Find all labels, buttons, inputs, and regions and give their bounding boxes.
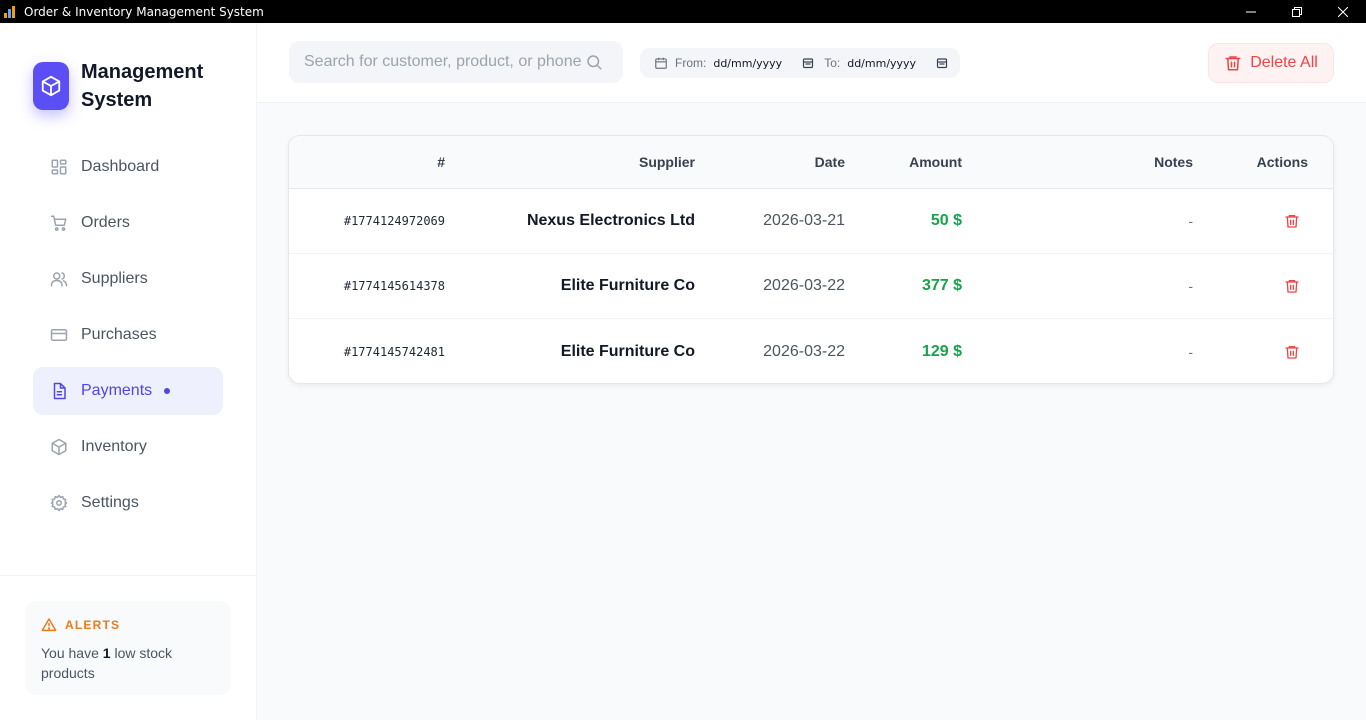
gear-icon — [49, 493, 69, 513]
column-header-notes: Notes — [1154, 154, 1193, 170]
column-header-supplier: Supplier — [638, 154, 695, 170]
delete-row-button[interactable] — [1284, 189, 1300, 253]
top-header: From: dd/mm/yyyy To: dd/mm/yyyy Delete A… — [257, 23, 1366, 103]
window-title: Order & Inventory Management System — [24, 4, 264, 19]
low-stock-count: 1 — [102, 645, 111, 661]
payment-amount: 377 $ — [921, 277, 962, 294]
minimize-button[interactable] — [1228, 0, 1274, 23]
supplier-name: Elite Furniture Co — [560, 342, 695, 360]
active-indicator-dot — [164, 388, 171, 394]
restore-button[interactable] — [1274, 0, 1320, 23]
warning-icon — [41, 617, 57, 633]
calendar-icon — [654, 56, 668, 70]
column-header-amount: Amount — [909, 154, 962, 170]
credit-card-icon — [49, 325, 69, 345]
delete-all-button[interactable]: Delete All — [1208, 43, 1334, 83]
from-date-picker-icon[interactable] — [802, 57, 814, 69]
payment-amount: 50 $ — [930, 212, 962, 229]
close-button[interactable] — [1320, 0, 1366, 23]
payment-notes: - — [1188, 343, 1193, 360]
alerts-header: ALERTS — [41, 617, 215, 633]
payment-date: 2026-03-22 — [763, 342, 845, 360]
payment-date: 2026-03-21 — [763, 212, 845, 229]
search-icon[interactable] — [585, 53, 603, 71]
supplier-name: Elite Furniture Co — [560, 277, 695, 294]
sidebar-item-dashboard[interactable]: Dashboard — [33, 143, 223, 191]
to-label: To: — [824, 56, 841, 70]
trash-icon — [1285, 280, 1299, 293]
alerts-prefix: You have — [41, 645, 103, 661]
sidebar: Management System Dashboard Orders Suppl… — [0, 23, 257, 720]
payment-amount: 129 $ — [921, 342, 962, 360]
sidebar-nav: Dashboard Orders Suppliers Purchases Pay… — [33, 143, 223, 535]
trash-icon — [1285, 215, 1299, 228]
sidebar-item-label: Settings — [81, 494, 139, 511]
payments-table: # Supplier Date Amount Notes Actions #17… — [288, 135, 1334, 384]
trash-icon — [1285, 345, 1299, 359]
table-row: #1774145614378 Elite Furniture Co 2026-0… — [289, 254, 1333, 319]
box-logo-icon — [33, 62, 69, 110]
payment-date: 2026-03-22 — [763, 277, 845, 294]
close-icon — [1338, 6, 1348, 17]
brand: Management System — [33, 58, 221, 114]
sidebar-item-inventory[interactable]: Inventory — [33, 423, 223, 471]
search-box — [289, 41, 623, 83]
supplier-name: Nexus Electronics Ltd — [526, 212, 695, 229]
from-date-input[interactable]: dd/mm/yyyy — [713, 57, 782, 70]
payment-notes: - — [1188, 278, 1193, 294]
sidebar-item-label: Orders — [81, 214, 130, 231]
delete-all-label: Delete All — [1250, 54, 1318, 71]
alerts-message: You have 1 low stock products — [41, 643, 215, 683]
minimize-icon — [1246, 11, 1256, 12]
payment-id: #1774124972069 — [343, 214, 445, 228]
app-icon — [4, 5, 16, 18]
delete-row-button[interactable] — [1284, 254, 1300, 318]
delete-row-button[interactable] — [1284, 319, 1300, 383]
dashboard-icon — [49, 157, 69, 177]
column-header-date: Date — [814, 154, 845, 170]
payment-id: #1774145742481 — [343, 344, 445, 359]
table-row: #1774145742481 Elite Furniture Co 2026-0… — [289, 319, 1333, 383]
to-date-picker-icon[interactable] — [936, 57, 948, 69]
restore-icon — [1292, 6, 1302, 17]
column-header-id: # — [437, 154, 445, 170]
payment-notes: - — [1188, 213, 1193, 229]
sidebar-item-label: Inventory — [81, 438, 147, 455]
sidebar-item-label: Suppliers — [81, 270, 148, 287]
table-row: #1774124972069 Nexus Electronics Ltd 202… — [289, 189, 1333, 254]
users-icon — [49, 269, 69, 289]
sidebar-item-label: Purchases — [81, 326, 157, 343]
box-icon — [49, 437, 69, 457]
sidebar-item-settings[interactable]: Settings — [33, 479, 223, 527]
alerts-title: ALERTS — [65, 618, 121, 632]
sidebar-item-orders[interactable]: Orders — [33, 199, 223, 247]
brand-name: Management System — [81, 61, 204, 111]
from-label: From: — [675, 56, 707, 70]
column-header-actions: Actions — [1256, 154, 1308, 170]
sidebar-item-label: Dashboard — [81, 158, 160, 175]
trash-icon — [1224, 54, 1242, 72]
title-bar: Order & Inventory Management System — [0, 0, 1366, 23]
document-icon — [49, 381, 69, 401]
cart-icon — [49, 213, 69, 233]
to-date-input[interactable]: dd/mm/yyyy — [847, 57, 916, 70]
sidebar-item-payments[interactable]: Payments — [33, 367, 223, 415]
date-range-filter: From: dd/mm/yyyy To: dd/mm/yyyy — [640, 48, 960, 78]
alerts-panel: ALERTS You have 1 low stock products — [25, 601, 231, 695]
table-header: # Supplier Date Amount Notes Actions — [289, 136, 1333, 189]
sidebar-divider — [0, 575, 256, 576]
search-input[interactable] — [289, 53, 585, 71]
sidebar-item-label: Payments — [81, 382, 153, 399]
payment-id: #1774145614378 — [343, 279, 445, 293]
sidebar-item-purchases[interactable]: Purchases — [33, 311, 223, 359]
sidebar-item-suppliers[interactable]: Suppliers — [33, 255, 223, 303]
